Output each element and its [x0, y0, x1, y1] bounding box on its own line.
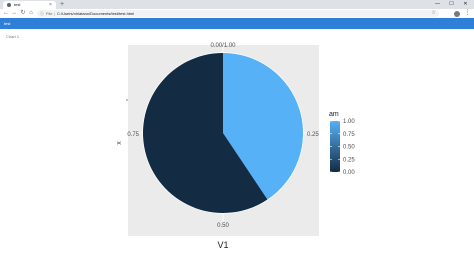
pie-chart: 0.00/1.00 0.25 0.50 0.75 x V1 am 1.00 0.75 0.…: [116, 41, 355, 250]
legend-tick-label: 0.50: [343, 145, 355, 151]
theta-tick-label: 0.50: [217, 223, 229, 229]
legend-tick-label: 0.75: [343, 132, 355, 138]
legend-tick-label: 1.00: [343, 119, 355, 125]
theta-tick-label: 0.75: [127, 132, 139, 138]
x-axis-label: V1: [217, 240, 228, 250]
theta-tick-label: 0.25: [307, 132, 319, 138]
theta-tick-label: 0.00/1.00: [210, 43, 236, 49]
legend-tick-label: 0.00: [343, 170, 355, 176]
legend-tick-label: 0.25: [343, 157, 355, 163]
y-axis-label: x: [116, 141, 123, 145]
legend-title: am: [329, 111, 339, 118]
